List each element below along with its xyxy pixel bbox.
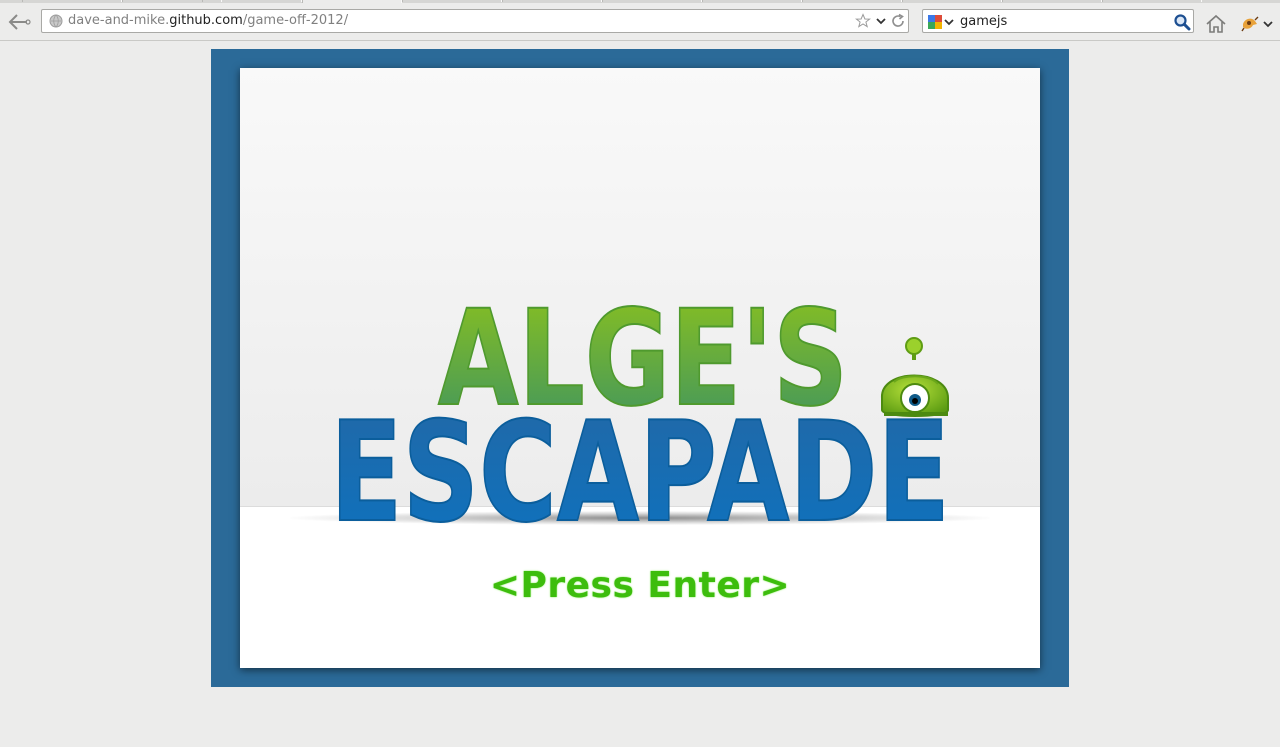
url-text[interactable]: dave-and-mike.github.com/game-off-2012/	[68, 13, 348, 28]
google-icon[interactable]	[927, 14, 943, 30]
url-bar[interactable]: dave-and-mike.github.com/game-off-2012/	[41, 9, 909, 33]
tab[interactable]	[402, 0, 502, 2]
press-enter-prompt: <Press Enter>	[489, 565, 791, 606]
title-line-2: ESCAPADE	[330, 392, 950, 553]
magnifier-icon[interactable]	[1173, 13, 1191, 31]
tab[interactable]	[1002, 0, 1102, 2]
alien-mascot	[880, 337, 949, 417]
addon-icon[interactable]	[1240, 15, 1260, 33]
tab[interactable]	[502, 0, 602, 2]
home-icon[interactable]	[1205, 13, 1227, 35]
game-canvas[interactable]: ALGE'S ESCAPADE <Press Enter>	[240, 68, 1040, 668]
chevron-down-icon[interactable]	[874, 13, 888, 29]
tab[interactable]	[902, 0, 1002, 2]
search-input[interactable]: gamejs	[960, 14, 1007, 29]
globe-icon	[49, 14, 63, 28]
tab[interactable]	[602, 0, 702, 2]
star-icon[interactable]	[855, 13, 871, 29]
tab[interactable]	[702, 0, 802, 2]
url-host-prefix: dave-and-mike.	[68, 13, 170, 28]
chevron-down-icon[interactable]	[1262, 15, 1274, 33]
tab[interactable]	[202, 0, 302, 2]
tab[interactable]	[22, 0, 122, 2]
back-button[interactable]	[6, 11, 32, 33]
tab[interactable]	[802, 0, 902, 2]
chevron-down-icon[interactable]	[943, 14, 955, 30]
reload-icon[interactable]	[890, 13, 906, 29]
navigation-toolbar: dave-and-mike.github.com/game-off-2012/ …	[0, 3, 1280, 41]
url-host: github.com	[169, 13, 243, 28]
url-path: /game-off-2012/	[242, 13, 349, 28]
tab[interactable]	[1102, 0, 1202, 2]
back-arrow-icon	[8, 14, 31, 30]
search-bar[interactable]: gamejs	[922, 9, 1194, 33]
game-frame: ALGE'S ESCAPADE <Press Enter>	[211, 49, 1069, 687]
